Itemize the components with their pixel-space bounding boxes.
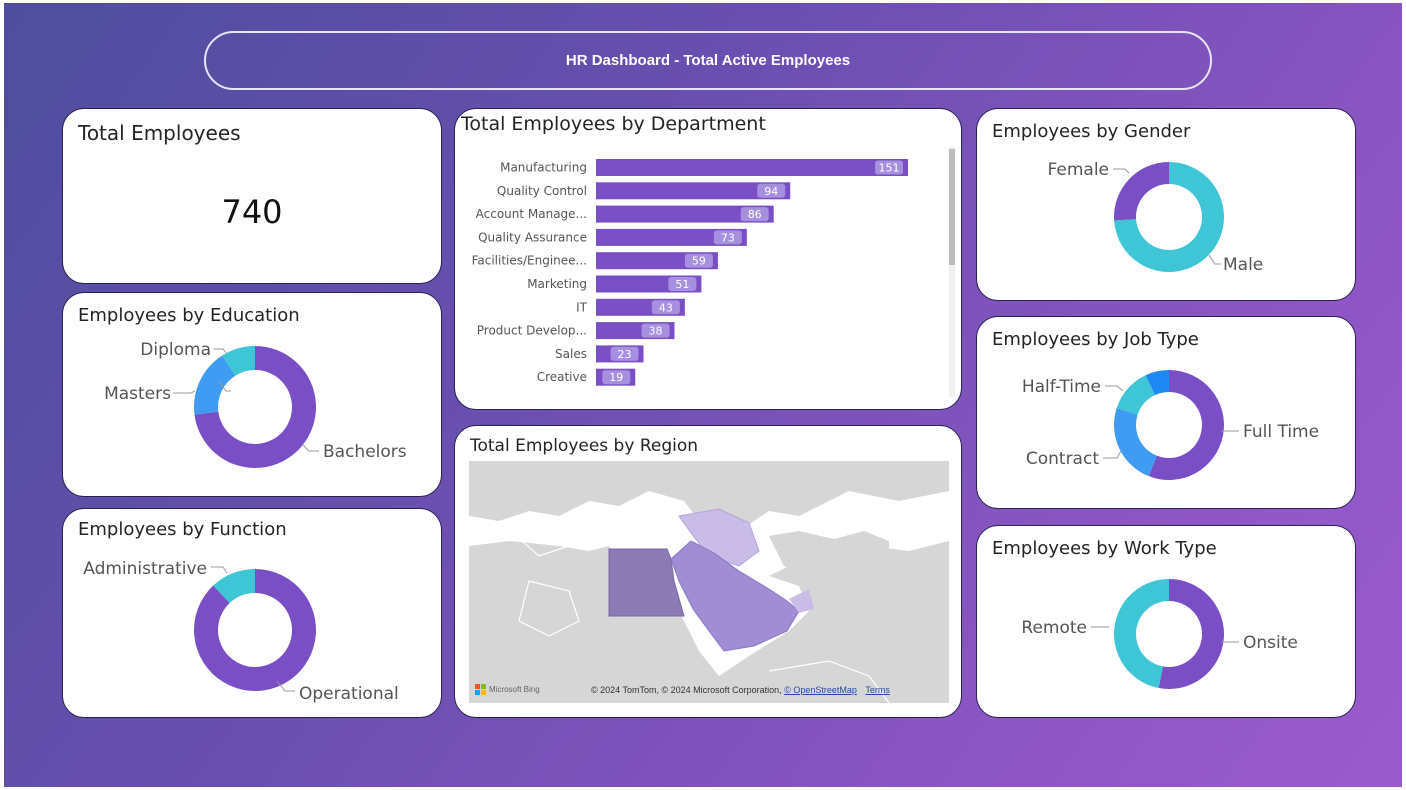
bar-category-label: Creative: [537, 370, 587, 384]
donut-label-half-time: Half-Time: [1022, 377, 1101, 397]
terms-link[interactable]: Terms: [865, 685, 890, 695]
donut-label-administrative: Administrative: [83, 559, 207, 579]
bar-category-label: Facilities/Enginee...: [472, 254, 587, 268]
bing-logo: Microsoft Bing: [475, 684, 540, 695]
kpi-value: 740: [221, 193, 283, 231]
donut-label-male: Male: [1223, 255, 1263, 275]
donut-label-bachelors: Bachelors: [323, 442, 407, 462]
bar-category-label: Manufacturing: [500, 161, 587, 175]
bar-data-label: 73: [721, 231, 735, 244]
bar-data-label: 19: [609, 371, 623, 384]
donut-label-contract: Contract: [1026, 449, 1099, 469]
donut-label-female: Female: [1048, 160, 1109, 180]
bar-category-label: Marketing: [527, 277, 587, 291]
leader-line: [211, 566, 228, 574]
education-donut-chart[interactable]: Diploma Masters Bachelors: [63, 293, 442, 497]
bar-category-label: Sales: [555, 347, 587, 361]
worktype-slice-remote[interactable]: [1114, 579, 1169, 689]
education-card[interactable]: Employees by Education Diploma Masters B…: [62, 292, 442, 497]
bar-category-label: Product Develop...: [477, 324, 587, 338]
bar-category-label: Quality Assurance: [478, 230, 587, 244]
region-title: Total Employees by Region: [470, 436, 699, 456]
map-attribution: © 2024 TomTom, © 2024 Microsoft Corporat…: [591, 685, 890, 695]
function-card[interactable]: Employees by Function Administrative Ope…: [62, 508, 442, 718]
dashboard-title: HR Dashboard - Total Active Employees: [565, 52, 851, 69]
bar-data-label: 59: [692, 255, 706, 268]
scrollbar-thumb[interactable]: [949, 149, 955, 265]
leader-line: [1208, 254, 1221, 265]
leader-line: [1105, 385, 1124, 392]
donut-label-remote: Remote: [1021, 618, 1087, 638]
leader-line: [213, 348, 227, 354]
function-donut-chart[interactable]: Administrative Operational: [63, 509, 442, 718]
dashboard-background: HR Dashboard - Total Active Employees To…: [4, 3, 1402, 787]
map-canvas[interactable]: [469, 461, 949, 703]
openstreetmap-link[interactable]: © OpenStreetMap: [784, 685, 857, 695]
bar-category-label: Quality Control: [497, 184, 587, 198]
bar-data-label: 86: [748, 208, 762, 221]
bar-data-label: 151: [879, 162, 900, 175]
bar-manufacturing[interactable]: [596, 159, 908, 176]
worktype-card[interactable]: Employees by Work Type Remote Onsite: [976, 525, 1356, 718]
donut-label-operational: Operational: [299, 684, 399, 704]
bar-category-label: IT: [576, 300, 588, 314]
region-map[interactable]: Microsoft Bing © 2024 TomTom, © 2024 Mic…: [469, 461, 949, 703]
gender-card[interactable]: Employees by Gender Female Male: [976, 108, 1356, 301]
department-bar-chart[interactable]: Manufacturing 151 Quality Control 94 Account…: [455, 109, 962, 410]
donut-label-full-time: Full Time: [1243, 422, 1319, 442]
windows-logo-icon: [475, 684, 486, 695]
total-employees-card[interactable]: Total Employees 740: [62, 108, 442, 284]
leader-line: [173, 390, 196, 394]
jobtype-slice-contract[interactable]: [1114, 408, 1157, 477]
leader-line: [302, 444, 319, 452]
bar-data-label: 94: [764, 185, 778, 198]
bar-data-label: 23: [618, 348, 632, 361]
leader-line: [1113, 168, 1130, 174]
jobtype-donut-chart[interactable]: Half-Time Contract Full Time: [977, 317, 1356, 509]
bar-category-label: Account Manage...: [476, 207, 587, 221]
region-card[interactable]: Total Employees by Region Microsoft Bing…: [454, 425, 962, 718]
leader-line: [1103, 450, 1122, 459]
kpi-title: Total Employees: [78, 121, 241, 145]
donut-label-masters: Masters: [104, 384, 171, 404]
bar-data-label: 43: [659, 301, 673, 314]
bar-data-label: 38: [649, 325, 663, 338]
dashboard-title-banner: HR Dashboard - Total Active Employees: [204, 31, 1212, 90]
jobtype-card[interactable]: Employees by Job Type Half-Time Contract…: [976, 316, 1356, 509]
donut-label-onsite: Onsite: [1243, 633, 1298, 653]
worktype-donut-chart[interactable]: Remote Onsite: [977, 526, 1356, 718]
gender-slice-female[interactable]: [1114, 162, 1169, 221]
bar-data-label: 51: [675, 278, 689, 291]
donut-label-diploma: Diploma: [140, 340, 211, 360]
department-card[interactable]: Total Employees by Department Manufactur…: [454, 108, 962, 410]
gender-donut-chart[interactable]: Female Male: [977, 109, 1356, 301]
